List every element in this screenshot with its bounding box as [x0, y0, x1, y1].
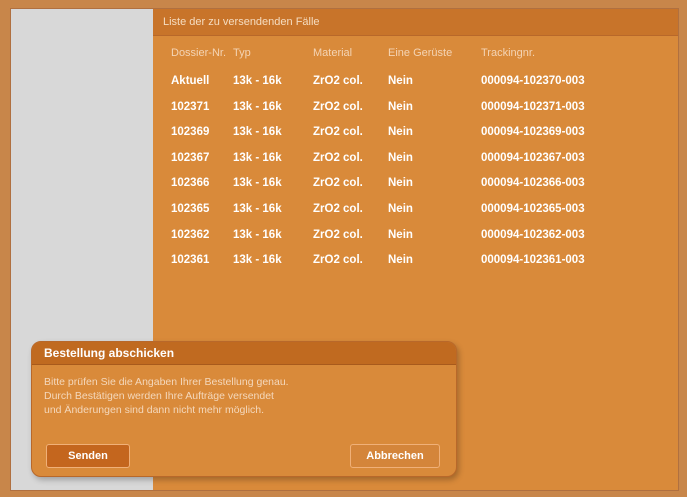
- cell-type: 13k - 16k: [233, 177, 282, 190]
- cell-tracking: 000094-102361-003: [481, 254, 585, 267]
- dialog-message-line: Bitte prüfen Sie die Angaben Ihrer Beste…: [44, 376, 289, 388]
- cell-tracking: 000094-102370-003: [481, 75, 585, 87]
- cell-type: 13k - 16k: [233, 254, 282, 267]
- cell-framework: Nein: [388, 100, 413, 113]
- cell-type: 13k - 16k: [233, 202, 282, 215]
- confirm-order-dialog: Bestellung abschicken Bitte prüfen Sie d…: [31, 341, 457, 477]
- cell-framework: Nein: [388, 151, 413, 164]
- column-header-dossier[interactable]: Dossier-Nr.: [171, 47, 226, 59]
- table-row[interactable]: 102365 13k - 16k ZrO2 col. Nein 000094-1…: [153, 199, 678, 225]
- cell-dossier: 102365: [171, 202, 210, 215]
- cancel-button[interactable]: Abbrechen: [350, 444, 440, 468]
- cell-material: ZrO2 col.: [313, 151, 363, 164]
- cell-dossier: 102367: [171, 151, 210, 164]
- cell-type: 13k - 16k: [233, 151, 282, 164]
- table-row[interactable]: 102369 13k - 16k ZrO2 col. Nein 000094-1…: [153, 122, 678, 148]
- cell-type: 13k - 16k: [233, 75, 282, 87]
- table-row[interactable]: 102361 13k - 16k ZrO2 col. Nein 000094-1…: [153, 250, 678, 276]
- cell-material: ZrO2 col.: [313, 126, 363, 139]
- cell-material: ZrO2 col.: [313, 177, 363, 190]
- table-row[interactable]: 102362 13k - 16k ZrO2 col. Nein 000094-1…: [153, 225, 678, 251]
- cell-framework: Nein: [388, 254, 413, 267]
- table-row[interactable]: Aktuell 13k - 16k ZrO2 col. Nein 000094-…: [153, 71, 678, 97]
- cell-material: ZrO2 col.: [313, 202, 363, 215]
- cell-material: ZrO2 col.: [313, 100, 363, 113]
- cell-type: 13k - 16k: [233, 100, 282, 113]
- cell-framework: Nein: [388, 228, 413, 241]
- cell-framework: Nein: [388, 202, 413, 215]
- column-header-framework[interactable]: Eine Gerüste: [388, 47, 452, 59]
- app-frame: Liste der zu versendenden Fälle Dossier-…: [10, 8, 679, 491]
- dialog-message-line: und Änderungen sind dann nicht mehr mögl…: [44, 404, 265, 416]
- cell-material: ZrO2 col.: [313, 228, 363, 241]
- cell-type: 13k - 16k: [233, 228, 282, 241]
- panel-title: Liste der zu versendenden Fälle: [153, 9, 678, 36]
- cell-tracking: 000094-102369-003: [481, 126, 585, 139]
- cell-material: ZrO2 col.: [313, 75, 363, 87]
- dialog-message: Bitte prüfen Sie die Angaben Ihrer Beste…: [44, 375, 444, 417]
- cell-material: ZrO2 col.: [313, 254, 363, 267]
- cell-framework: Nein: [388, 126, 413, 139]
- cell-tracking: 000094-102365-003: [481, 202, 585, 215]
- table-header: Dossier-Nr. Typ Material Eine Gerüste Tr…: [153, 47, 678, 63]
- table-row[interactable]: 102367 13k - 16k ZrO2 col. Nein 000094-1…: [153, 148, 678, 174]
- cell-tracking: 000094-102367-003: [481, 151, 585, 164]
- dialog-title: Bestellung abschicken: [32, 342, 456, 365]
- column-header-type[interactable]: Typ: [233, 47, 251, 59]
- cell-dossier: 102362: [171, 228, 210, 241]
- case-table-body: Aktuell 13k - 16k ZrO2 col. Nein 000094-…: [153, 71, 678, 276]
- cell-framework: Nein: [388, 75, 413, 87]
- cell-dossier: 102369: [171, 126, 210, 139]
- cell-dossier: 102361: [171, 254, 210, 267]
- cell-tracking: 000094-102366-003: [481, 177, 585, 190]
- cell-type: 13k - 16k: [233, 126, 282, 139]
- cell-dossier: Aktuell: [171, 75, 210, 87]
- cell-framework: Nein: [388, 177, 413, 190]
- send-button[interactable]: Senden: [46, 444, 130, 468]
- column-header-material[interactable]: Material: [313, 47, 352, 59]
- column-header-tracking[interactable]: Trackingnr.: [481, 47, 535, 59]
- cell-dossier: 102366: [171, 177, 210, 190]
- table-row[interactable]: 102371 13k - 16k ZrO2 col. Nein 000094-1…: [153, 97, 678, 123]
- cell-tracking: 000094-102362-003: [481, 228, 585, 241]
- dialog-message-line: Durch Bestätigen werden Ihre Aufträge ve…: [44, 390, 274, 402]
- cell-tracking: 000094-102371-003: [481, 100, 585, 113]
- cell-dossier: 102371: [171, 100, 210, 113]
- table-row[interactable]: 102366 13k - 16k ZrO2 col. Nein 000094-1…: [153, 173, 678, 199]
